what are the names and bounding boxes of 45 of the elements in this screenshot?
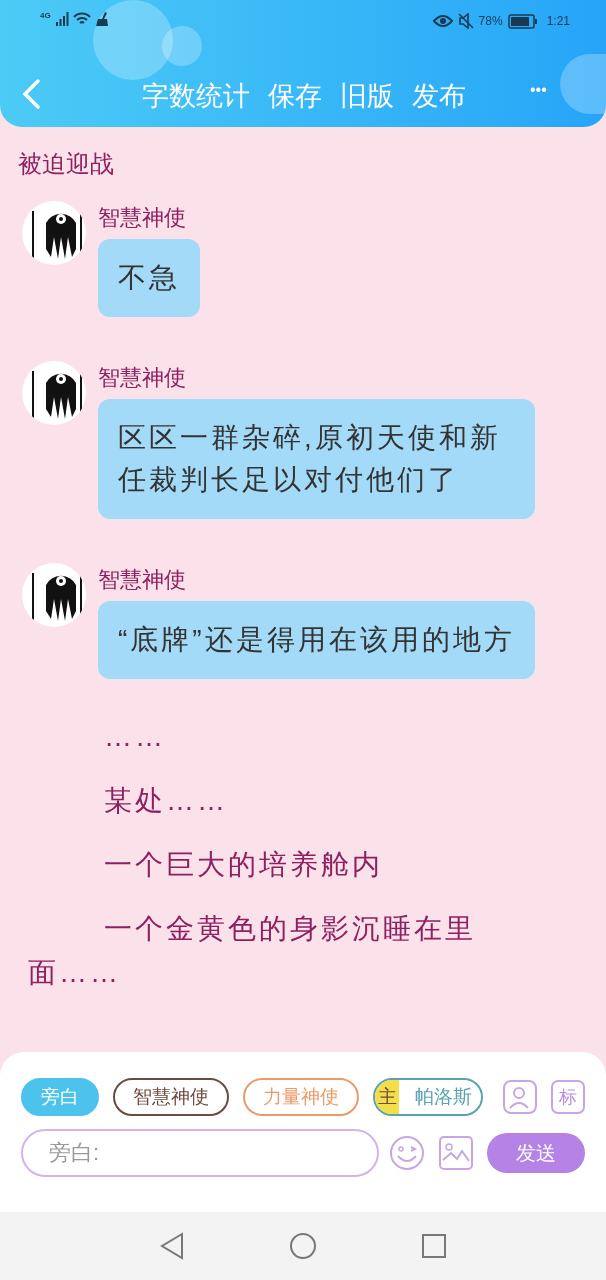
more-button[interactable]: ••• bbox=[530, 78, 547, 102]
emoji-icon[interactable] bbox=[389, 1135, 425, 1171]
speech-bubble: “底牌”还是得用在该用的地方 bbox=[98, 601, 535, 679]
narration-text: 一个巨大的培养舱内 bbox=[103, 848, 384, 882]
speech-bubble: 不急 bbox=[98, 239, 200, 317]
chip-label: 帕洛斯 bbox=[415, 1084, 472, 1109]
speech-bubble: 区区一群杂碎,原初天使和新任裁判长足以对付他们了 bbox=[98, 399, 535, 519]
network-label: 4G bbox=[40, 12, 51, 20]
narration-text: 某处…… bbox=[103, 784, 229, 818]
toolbar-button[interactable]: 旧版 bbox=[340, 76, 394, 116]
battery-percent: 78% bbox=[478, 13, 503, 30]
character-chip[interactable]: 智慧神使 bbox=[113, 1078, 229, 1116]
recents-icon[interactable] bbox=[421, 1233, 447, 1259]
wifi-icon bbox=[72, 12, 91, 26]
signal-icon bbox=[54, 12, 69, 26]
toolbar-button[interactable]: 字数统计 bbox=[142, 76, 250, 116]
back-icon[interactable] bbox=[20, 78, 42, 110]
speaker-name: 智慧神使 bbox=[98, 364, 186, 392]
message-input[interactable]: 旁白: bbox=[21, 1129, 379, 1177]
battery-icon bbox=[507, 13, 538, 29]
chip-label: 力量神使 bbox=[263, 1084, 339, 1109]
broom-icon bbox=[94, 12, 109, 26]
tag-button[interactable]: 标 bbox=[551, 1080, 585, 1114]
send-button[interactable]: 发送 bbox=[487, 1133, 585, 1173]
narration-text: 一个金黄色的身影沉睡在里面…… bbox=[27, 912, 477, 990]
chip-label: 智慧神使 bbox=[133, 1084, 209, 1109]
narration-text: …… bbox=[103, 720, 167, 754]
role-badge: 主 bbox=[375, 1080, 399, 1114]
clock-time: 1:21 bbox=[546, 13, 570, 30]
back-icon[interactable] bbox=[159, 1232, 185, 1260]
toolbar-button[interactable]: 保存 bbox=[268, 76, 322, 116]
bubble-decoration bbox=[560, 54, 606, 114]
profile-icon[interactable] bbox=[503, 1080, 537, 1114]
image-icon[interactable] bbox=[439, 1136, 473, 1170]
home-icon[interactable] bbox=[289, 1232, 317, 1260]
speaker-name: 智慧神使 bbox=[98, 204, 186, 232]
toolbar-button[interactable]: 发布 bbox=[412, 76, 466, 116]
chip-label: 旁白 bbox=[41, 1084, 79, 1109]
eye-icon bbox=[432, 14, 453, 28]
mute-icon bbox=[457, 13, 474, 29]
character-chip[interactable]: 旁白 bbox=[21, 1078, 99, 1116]
character-chip[interactable]: 主 帕洛斯 bbox=[373, 1078, 483, 1116]
character-chip[interactable]: 力量神使 bbox=[243, 1078, 359, 1116]
chapter-title: 被迫迎战 bbox=[18, 149, 115, 179]
speaker-name: 智慧神使 bbox=[98, 566, 186, 594]
